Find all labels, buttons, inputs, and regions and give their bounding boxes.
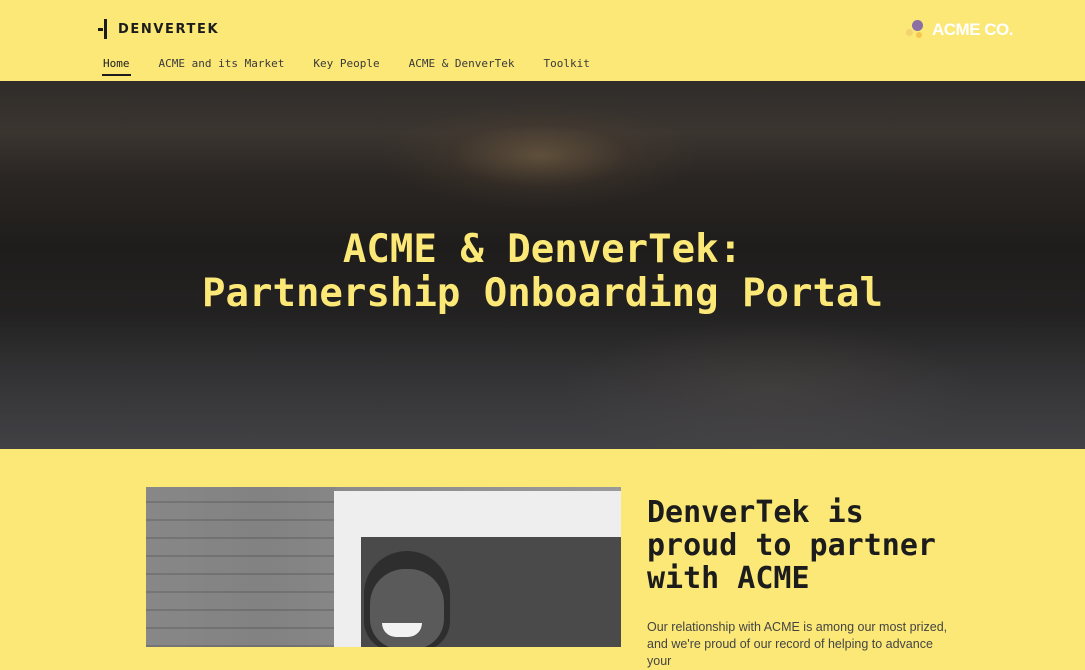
brand-name: DENVERTEK	[118, 21, 220, 37]
main-nav: Home ACME and its Market Key People ACME…	[102, 57, 619, 76]
hero-title: ACME & DenverTek: Partnership Onboarding…	[0, 228, 1085, 316]
acme-logo: ACME CO.	[906, 18, 1014, 42]
nav-item-acme-denvertek[interactable]: ACME & DenverTek	[409, 57, 515, 76]
hero-title-line-1: ACME & DenverTek:	[342, 227, 743, 272]
nav-item-key-people[interactable]: Key People	[313, 57, 379, 76]
denvertek-logo[interactable]: DENVERTEK	[98, 19, 219, 39]
intro-body: Our relationship with ACME is among our …	[647, 620, 948, 668]
site-header: DENVERTEK ACME CO. Home ACME and its Mar…	[0, 0, 1085, 81]
hero-banner: ACME & DenverTek: Partnership Onboarding…	[0, 81, 1085, 449]
intro-heading-line-3: with ACME	[647, 561, 810, 596]
intro-heading-line-1: DenverTek is	[647, 495, 864, 530]
acme-logo-text: ACME CO.	[932, 20, 1014, 39]
intro-heading-line-2: proud to partner	[647, 528, 936, 563]
nav-item-acme-market[interactable]: ACME and its Market	[159, 57, 285, 76]
partner-photo	[146, 487, 621, 647]
acme-logo-icon	[906, 18, 928, 42]
hero-background-image	[380, 101, 700, 211]
denvertek-logo-icon	[98, 19, 112, 39]
hero-title-line-2: Partnership Onboarding Portal	[202, 271, 883, 316]
nav-item-home[interactable]: Home	[102, 57, 130, 76]
intro-heading: DenverTek is proud to partner with ACME	[647, 496, 936, 595]
nav-item-toolkit[interactable]: Toolkit	[544, 57, 590, 76]
